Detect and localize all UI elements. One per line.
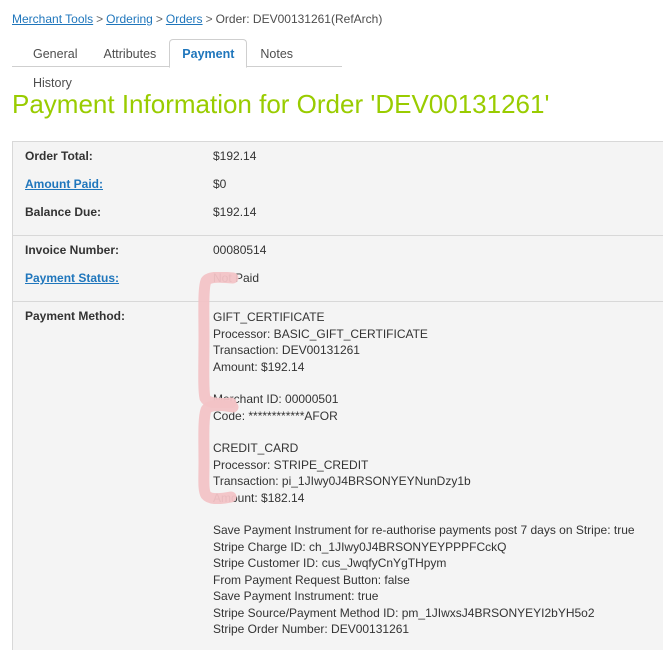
stripe-detail-line: From Payment Request Button: false bbox=[213, 572, 410, 587]
invoice-group: Invoice Number: 00080514 Payment Status:… bbox=[13, 236, 663, 302]
detail-spacer bbox=[213, 506, 663, 522]
payment-method-label: Payment Method: bbox=[25, 309, 126, 323]
payment-status-value: Not Paid bbox=[213, 271, 260, 285]
credit-card-amount: Amount: $182.14 bbox=[213, 490, 305, 505]
invoice-number-label: Invoice Number: bbox=[25, 243, 120, 257]
table-row-order-total: Order Total: $192.14 bbox=[13, 142, 663, 170]
order-total-label: Order Total: bbox=[25, 149, 93, 163]
table-row-balance-due: Balance Due: $192.14 bbox=[13, 198, 663, 226]
payment-method-group: Payment Method: GIFT_CERTIFICATE Process… bbox=[13, 302, 663, 650]
tab-notes[interactable]: Notes bbox=[247, 39, 306, 67]
gift-certificate-transaction: Transaction: DEV00131261 bbox=[213, 343, 360, 357]
table-row-invoice-number: Invoice Number: 00080514 bbox=[13, 236, 663, 264]
invoice-number-value: 00080514 bbox=[213, 243, 267, 257]
page-title: Payment Information for Order 'DEV001312… bbox=[12, 89, 550, 119]
breadcrumb-separator: > bbox=[155, 12, 163, 26]
balance-due-label: Balance Due: bbox=[25, 205, 102, 219]
table-row-payment-status: Payment Status: Not Paid bbox=[13, 264, 663, 292]
detail-spacer bbox=[213, 375, 663, 391]
payment-status-label: Payment Status: bbox=[13, 264, 213, 292]
balance-due-value: $192.14 bbox=[213, 205, 257, 219]
tab-general[interactable]: General bbox=[20, 39, 90, 67]
tab-bar: General Attributes Payment NotesHistory bbox=[12, 38, 342, 90]
gift-certificate-type: GIFT_CERTIFICATE bbox=[213, 310, 325, 324]
credit-card-processor: Processor: STRIPE_CREDIT bbox=[213, 457, 369, 472]
tab-attributes[interactable]: Attributes bbox=[90, 39, 169, 67]
breadcrumb: Merchant Tools > Ordering > Orders > Order: DE… bbox=[0, 0, 663, 32]
credit-card-transaction: Transaction: pi_1JIwy0J4BRSONYEYNunDzy1b bbox=[213, 474, 471, 488]
breadcrumb-item-orders[interactable]: Orders bbox=[166, 12, 203, 26]
amount-paid-value: $0 bbox=[213, 177, 227, 191]
payment-status-link[interactable]: Payment Status: bbox=[25, 271, 119, 285]
gift-certificate-processor: Processor: BASIC_GIFT_CERTIFICATE bbox=[213, 326, 428, 341]
stripe-detail-line: Stripe Customer ID: cus_JwqfyCnYgTHpym bbox=[213, 556, 447, 570]
order-totals-group: Order Total: $192.14 Amount Paid: $0 Bal… bbox=[13, 142, 663, 236]
stripe-detail-line: Stripe Source/Payment Method ID: pm_1JIw… bbox=[213, 605, 595, 620]
tab-payment[interactable]: Payment bbox=[169, 39, 248, 68]
breadcrumb-item-merchant-tools[interactable]: Merchant Tools bbox=[12, 12, 93, 26]
credit-card-type: CREDIT_CARD bbox=[213, 441, 299, 455]
payment-information-table: Order Total: $192.14 Amount Paid: $0 Bal… bbox=[12, 141, 663, 650]
stripe-detail-line: Save Payment Instrument for re-authorise… bbox=[213, 523, 635, 537]
gift-certificate-merchant-id: Merchant ID: 00000501 bbox=[213, 392, 339, 406]
breadcrumb-separator: > bbox=[205, 12, 213, 26]
payment-method-details: GIFT_CERTIFICATE Processor: BASIC_GIFT_C… bbox=[213, 302, 663, 638]
amount-paid-label: Amount Paid: bbox=[13, 170, 213, 198]
breadcrumb-item-current-order: Order: DEV00131261(RefArch) bbox=[215, 12, 383, 26]
stripe-detail-line: Stripe Charge ID: ch_1JIwy0J4BRSONYEYPPP… bbox=[213, 539, 507, 554]
breadcrumb-separator: > bbox=[96, 12, 104, 26]
detail-spacer bbox=[213, 424, 663, 440]
stripe-detail-line: Save Payment Instrument: true bbox=[213, 589, 379, 603]
table-row-amount-paid: Amount Paid: $0 bbox=[13, 170, 663, 198]
tab-history[interactable]: History bbox=[20, 68, 85, 96]
amount-paid-link[interactable]: Amount Paid: bbox=[25, 177, 103, 191]
gift-certificate-amount: Amount: $192.14 bbox=[213, 359, 305, 374]
gift-certificate-code: Code: ************AFOR bbox=[213, 408, 338, 423]
order-total-value: $192.14 bbox=[213, 149, 257, 163]
breadcrumb-item-ordering[interactable]: Ordering bbox=[106, 12, 153, 26]
stripe-detail-line: Stripe Order Number: DEV00131261 bbox=[213, 622, 410, 636]
